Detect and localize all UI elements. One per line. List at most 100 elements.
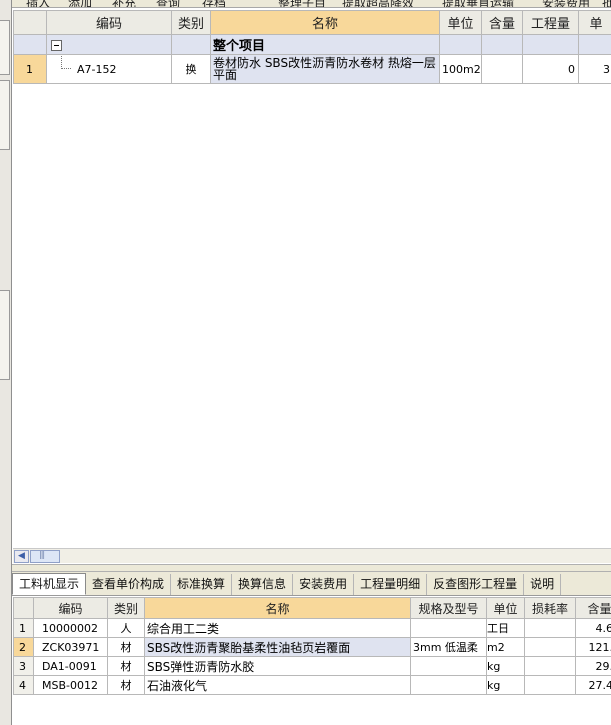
header-price[interactable]: 单 — [578, 10, 611, 35]
row-loss[interactable] — [524, 675, 576, 695]
header-content[interactable]: 含量 — [481, 10, 523, 35]
row-code-text: A7-152 — [77, 62, 117, 76]
row-unit[interactable]: 100m2 — [439, 54, 482, 84]
row-spec[interactable] — [410, 656, 487, 676]
row-code[interactable]: 10000002 — [33, 618, 108, 638]
extract-height-button[interactable]: 提取超高降效 — [342, 0, 414, 7]
header-code[interactable]: 编码 — [46, 10, 172, 35]
row-unit[interactable]: kg — [486, 675, 525, 695]
row-name[interactable]: 综合用工二类 — [144, 618, 411, 638]
row-name[interactable]: SBS改性沥青聚胎基柔性油毡页岩覆面 — [144, 637, 411, 657]
tab-unit-price[interactable]: 查看单价构成 — [86, 574, 172, 595]
header-quantity[interactable]: 工程量 — [522, 10, 579, 35]
lower-header-loss[interactable]: 损耗率 — [524, 597, 576, 619]
scroll-thumb[interactable] — [30, 550, 60, 563]
row-content[interactable]: 29.4 — [575, 656, 611, 676]
tab-install-fee[interactable]: 安装费用 — [293, 574, 355, 595]
lower-header-spec[interactable]: 规格及型号 — [410, 597, 487, 619]
group-toggle[interactable] — [46, 34, 172, 55]
tab-description[interactable]: 说明 — [524, 574, 562, 595]
row-number[interactable]: 4 — [13, 675, 34, 695]
pane-splitter[interactable] — [12, 564, 611, 572]
group-rownum — [13, 34, 47, 55]
row-number[interactable]: 1 — [13, 54, 47, 84]
group-price — [578, 34, 611, 55]
tab-quantity-detail[interactable]: 工程量明细 — [354, 574, 428, 595]
row-type[interactable]: 换 — [171, 54, 211, 84]
add-menu[interactable]: 添加 — [68, 0, 92, 7]
lower-header-unit[interactable]: 单位 — [486, 597, 525, 619]
dock-tab-1[interactable] — [0, 20, 10, 75]
header-type[interactable]: 类别 — [171, 10, 211, 35]
table-row[interactable]: 1 A7-152 换 卷材防水 SBS改性沥青防水卷材 热熔一层 平面 100m… — [13, 54, 611, 84]
supplement-menu[interactable]: 补充 — [112, 0, 136, 7]
group-content — [481, 34, 523, 55]
row-name[interactable]: SBS弹性沥青防水胶 — [144, 656, 411, 676]
group-title: 整个项目 — [210, 34, 440, 55]
tab-conversion-info[interactable]: 换算信息 — [232, 574, 294, 595]
row-unit[interactable]: kg — [486, 656, 525, 676]
dock-tab-2[interactable] — [0, 80, 10, 150]
tab-resource-display[interactable]: 工料机显示 — [12, 573, 87, 595]
lower-header-name[interactable]: 名称 — [144, 597, 411, 619]
row-type[interactable]: 人 — [107, 618, 145, 638]
dock-tab-3[interactable] — [0, 290, 10, 380]
group-quantity — [522, 34, 579, 55]
row-code[interactable]: ZCK03971 — [33, 637, 108, 657]
collapse-icon[interactable] — [51, 39, 62, 51]
row-loss[interactable] — [524, 656, 576, 676]
row-code[interactable]: DA1-0091 — [33, 656, 108, 676]
extract-vertical-button[interactable]: 提取垂直运输 — [442, 0, 514, 7]
row-unit[interactable]: m2 — [486, 637, 525, 657]
row-number[interactable]: 1 — [13, 618, 34, 638]
row-name[interactable]: 石油液化气 — [144, 675, 411, 695]
row-content[interactable]: 4.63 — [575, 618, 611, 638]
horizontal-scrollbar[interactable]: ◀ — [13, 548, 611, 563]
row-type[interactable]: 材 — [107, 675, 145, 695]
lower-header-type[interactable]: 类别 — [107, 597, 145, 619]
tab-reverse-lookup[interactable]: 反查图形工程量 — [427, 574, 525, 595]
install-fee-button[interactable]: 安装费用 — [542, 0, 590, 7]
row-unit[interactable]: 工日 — [486, 618, 525, 638]
row-type[interactable]: 材 — [107, 656, 145, 676]
row-type[interactable]: 材 — [107, 637, 145, 657]
row-code[interactable]: MSB-0012 — [33, 675, 108, 695]
table-row[interactable]: 2 ZCK03971 材 SBS改性沥青聚胎基柔性油毡页岩覆面 3mm 低温柔 … — [13, 637, 611, 657]
group-row[interactable]: 整个项目 — [13, 34, 611, 55]
archive-menu[interactable]: 存档 — [202, 0, 226, 7]
header-unit[interactable]: 单位 — [439, 10, 482, 35]
lower-header-corner[interactable] — [13, 597, 34, 619]
organize-button[interactable]: 整理子目 — [278, 0, 326, 7]
row-name[interactable]: 卷材防水 SBS改性沥青防水卷材 热熔一层 平面 — [210, 54, 440, 84]
row-loss[interactable] — [524, 637, 576, 657]
toolbar: 插入 添加 补充 查询 存档 整理子目 提取超高降效 提取垂直运输 安装费用 批 — [12, 0, 611, 8]
row-spec[interactable]: 3mm 低温柔 — [410, 637, 487, 657]
table-row[interactable]: 3 DA1-0091 材 SBS弹性沥青防水胶 kg 29.4 — [13, 656, 611, 676]
row-spec[interactable] — [410, 618, 487, 638]
header-name[interactable]: 名称 — [210, 10, 440, 35]
lower-header-code[interactable]: 编码 — [33, 597, 108, 619]
batch-button[interactable]: 批 — [602, 0, 611, 7]
tree-connector — [61, 55, 71, 69]
row-number[interactable]: 2 — [13, 637, 34, 657]
row-content[interactable]: 27.40 — [575, 675, 611, 695]
query-menu[interactable]: 查询 — [156, 0, 180, 7]
table-row[interactable]: 4 MSB-0012 材 石油液化气 kg 27.40 — [13, 675, 611, 695]
left-dock-strip — [0, 0, 12, 725]
table-row[interactable]: 1 10000002 人 综合用工二类 工日 4.63 — [13, 618, 611, 638]
row-content[interactable] — [481, 54, 523, 84]
insert-menu[interactable]: 插入 — [26, 0, 50, 7]
tab-standard-conversion[interactable]: 标准换算 — [171, 574, 233, 595]
row-content[interactable]: 121.5 — [575, 637, 611, 657]
scroll-left-icon[interactable]: ◀ — [14, 550, 29, 563]
bottom-tab-bar: 工料机显示 查看单价构成 标准换算 换算信息 安装费用 工程量明细 反查图形工程量 说明 — [12, 572, 611, 596]
row-loss[interactable] — [524, 618, 576, 638]
row-price[interactable]: 3 — [578, 54, 611, 84]
row-quantity[interactable]: 0 — [522, 54, 579, 84]
row-spec[interactable] — [410, 675, 487, 695]
row-code[interactable]: A7-152 — [46, 54, 172, 84]
item-grid: 编码 类别 名称 单位 含量 工程量 单 整个项目 1 A7-152 换 卷材防… — [13, 10, 611, 548]
lower-header-content[interactable]: 含量 — [575, 597, 611, 619]
row-number[interactable]: 3 — [13, 656, 34, 676]
header-corner[interactable] — [13, 10, 47, 35]
